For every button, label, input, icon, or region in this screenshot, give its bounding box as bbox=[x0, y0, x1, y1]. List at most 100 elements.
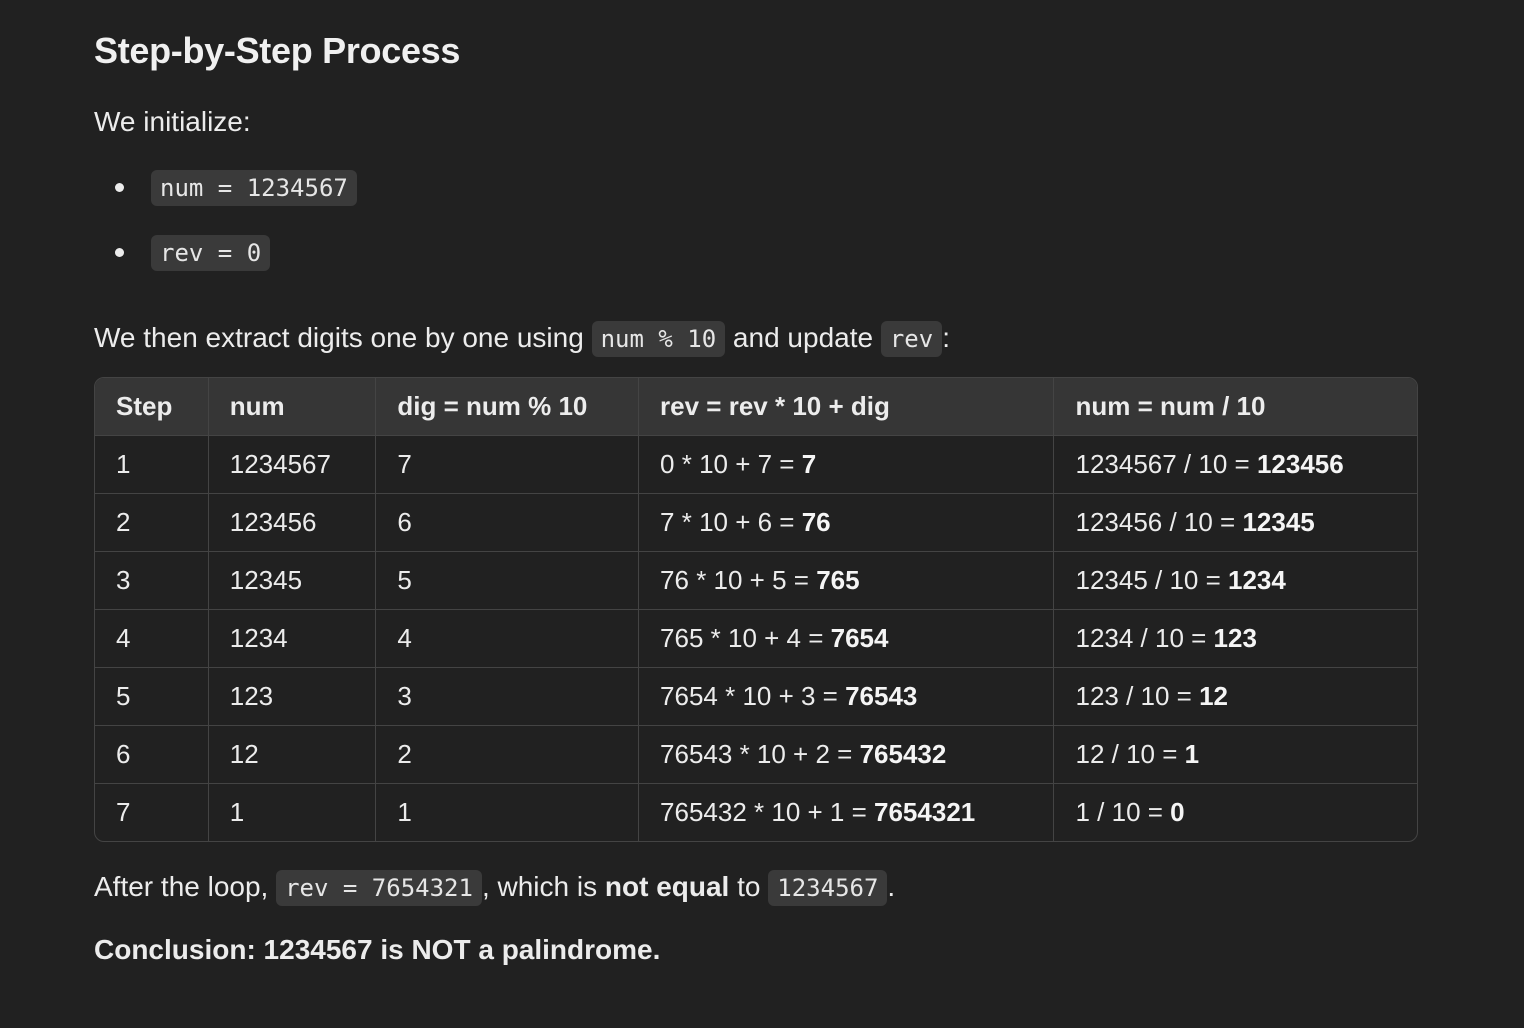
cell-rev: 76 * 10 + 5 = 765 bbox=[639, 552, 1055, 610]
cell-div-result: 123456 bbox=[1256, 449, 1344, 479]
cell-step: 6 bbox=[95, 726, 209, 784]
cell-num: 123 bbox=[208, 668, 377, 726]
cell-div-expr: 1 / 10 = bbox=[1075, 797, 1171, 827]
cell-dig: 6 bbox=[376, 494, 640, 552]
cell-rev-expr: 76 * 10 + 5 = bbox=[660, 565, 817, 595]
extract-text-after: : bbox=[942, 322, 950, 353]
cell-div: 1 / 10 = 0 bbox=[1054, 784, 1417, 841]
cell-rev-result: 7654321 bbox=[874, 797, 976, 827]
header-num: num bbox=[208, 378, 377, 436]
header-rev: rev = rev * 10 + dig bbox=[639, 378, 1055, 436]
cell-dig: 4 bbox=[376, 610, 640, 668]
cell-num: 1 bbox=[209, 784, 377, 841]
after-loop-paragraph: After the loop, rev = 7654321, which is … bbox=[94, 867, 895, 908]
list-item: num = 1234567 bbox=[94, 166, 357, 231]
cell-step: 3 bbox=[95, 552, 209, 610]
cell-div: 12 / 10 = 1 bbox=[1054, 726, 1417, 784]
cell-div-expr: 123 / 10 = bbox=[1075, 681, 1200, 711]
cell-num: 12 bbox=[208, 726, 377, 784]
cell-div: 123 / 10 = 12 bbox=[1054, 668, 1417, 726]
list-item: rev = 0 bbox=[94, 231, 357, 296]
cell-div-result: 12 bbox=[1199, 681, 1229, 711]
cell-div: 123456 / 10 = 12345 bbox=[1054, 494, 1417, 552]
emphasis-text: not equal bbox=[604, 871, 730, 902]
cell-num: 123456 bbox=[208, 494, 377, 552]
cell-div-expr: 12 / 10 = bbox=[1075, 739, 1185, 769]
cell-div-result: 0 bbox=[1170, 797, 1185, 827]
cell-rev-result: 765 bbox=[816, 565, 860, 595]
cell-dig: 1 bbox=[376, 784, 640, 841]
inline-code: 1234567 bbox=[768, 870, 888, 906]
table-row: 1 1234567 7 0 * 10 + 7 = 7 1234567 / 10 = 12… bbox=[95, 436, 1417, 494]
after-text-end: . bbox=[887, 871, 896, 902]
inline-code: rev = 7654321 bbox=[276, 870, 482, 906]
cell-rev-expr: 7 * 10 + 6 = bbox=[660, 507, 802, 537]
cell-div-result: 1234 bbox=[1228, 565, 1286, 595]
cell-rev-result: 7 bbox=[801, 449, 817, 479]
cell-div: 12345 / 10 = 1234 bbox=[1054, 552, 1417, 610]
cell-div: 1234567 / 10 = 123456 bbox=[1054, 436, 1417, 494]
cell-rev: 76543 * 10 + 2 = 765432 bbox=[639, 726, 1055, 784]
section-heading: Step-by-Step Process bbox=[94, 30, 461, 71]
cell-step: 1 bbox=[95, 436, 209, 494]
cell-rev-expr: 765 * 10 + 4 = bbox=[660, 623, 831, 653]
cell-dig: 7 bbox=[376, 436, 640, 494]
cell-div-result: 123 bbox=[1213, 623, 1257, 653]
init-list: num = 1234567 rev = 0 bbox=[94, 166, 357, 296]
table-header-row: Step num dig = num % 10 rev = rev * 10 +… bbox=[95, 378, 1417, 436]
intro-text: We initialize: bbox=[94, 106, 251, 137]
cell-rev: 765 * 10 + 4 = 7654 bbox=[639, 610, 1055, 668]
after-text-middle: , which is bbox=[481, 871, 605, 902]
cell-rev: 765432 * 10 + 1 = 7654321 bbox=[639, 784, 1055, 841]
cell-div-expr: 1234567 / 10 = bbox=[1075, 449, 1257, 479]
cell-rev: 7654 * 10 + 3 = 76543 bbox=[639, 668, 1055, 726]
extract-text-before: We then extract digits one by one using bbox=[94, 322, 592, 353]
cell-step: 4 bbox=[95, 610, 209, 668]
table-row: 3 12345 5 76 * 10 + 5 = 765 12345 / 10 = 123… bbox=[95, 552, 1417, 610]
cell-div: 1234 / 10 = 123 bbox=[1054, 610, 1417, 668]
cell-div-expr: 123456 / 10 = bbox=[1075, 507, 1243, 537]
cell-num: 1234 bbox=[208, 610, 377, 668]
cell-rev: 7 * 10 + 6 = 76 bbox=[639, 494, 1055, 552]
cell-rev-expr: 765432 * 10 + 1 = bbox=[660, 797, 875, 827]
cell-rev-expr: 0 * 10 + 7 = bbox=[660, 449, 802, 479]
cell-step: 7 bbox=[95, 784, 209, 841]
cell-num: 1234567 bbox=[208, 436, 377, 494]
cell-rev: 0 * 10 + 7 = 7 bbox=[639, 436, 1055, 494]
cell-dig: 2 bbox=[376, 726, 640, 784]
cell-rev-expr: 76543 * 10 + 2 = bbox=[660, 739, 860, 769]
cell-rev-expr: 7654 * 10 + 3 = bbox=[660, 681, 846, 711]
table-row: 2 123456 6 7 * 10 + 6 = 76 123456 / 10 = 123… bbox=[95, 494, 1417, 552]
cell-div-expr: 1234 / 10 = bbox=[1075, 623, 1214, 653]
cell-rev-result: 76543 bbox=[845, 681, 918, 711]
inline-code: num = 1234567 bbox=[151, 170, 357, 206]
bullet-icon bbox=[115, 183, 124, 192]
header-div: num = num / 10 bbox=[1054, 378, 1417, 436]
table-row: 4 1234 4 765 * 10 + 4 = 7654 1234 / 10 = 123 bbox=[95, 610, 1417, 668]
extract-text-middle: and update bbox=[725, 322, 881, 353]
inline-code: rev bbox=[880, 321, 943, 357]
cell-rev-result: 7654 bbox=[830, 623, 889, 653]
cell-num: 12345 bbox=[208, 552, 377, 610]
cell-dig: 3 bbox=[376, 668, 640, 726]
cell-div-expr: 12345 / 10 = bbox=[1075, 565, 1229, 595]
cell-rev-result: 765432 bbox=[859, 739, 947, 769]
header-dig: dig = num % 10 bbox=[376, 378, 640, 436]
cell-div-result: 12345 bbox=[1242, 507, 1315, 537]
cell-rev-result: 76 bbox=[801, 507, 831, 537]
header-step: Step bbox=[95, 378, 209, 436]
cell-dig: 5 bbox=[376, 552, 640, 610]
table-row: 5 123 3 7654 * 10 + 3 = 76543 123 / 10 = 12 bbox=[95, 668, 1417, 726]
cell-div-result: 1 bbox=[1184, 739, 1200, 769]
conclusion-text: Conclusion: 1234567 is NOT a palindrome. bbox=[94, 934, 661, 965]
cell-step: 5 bbox=[95, 668, 209, 726]
extract-paragraph: We then extract digits one by one using … bbox=[94, 318, 950, 359]
bullet-icon bbox=[115, 248, 124, 257]
steps-table: Step num dig = num % 10 rev = rev * 10 +… bbox=[94, 377, 1418, 842]
after-text-to: to bbox=[729, 871, 769, 902]
cell-step: 2 bbox=[95, 494, 209, 552]
table-row: 7 1 1 765432 * 10 + 1 = 7654321 1 / 10 = 0 bbox=[95, 784, 1417, 841]
inline-code: rev = 0 bbox=[151, 235, 271, 271]
inline-code: num % 10 bbox=[591, 321, 726, 357]
table-row: 6 12 2 76543 * 10 + 2 = 765432 12 / 10 = 1 bbox=[95, 726, 1417, 784]
